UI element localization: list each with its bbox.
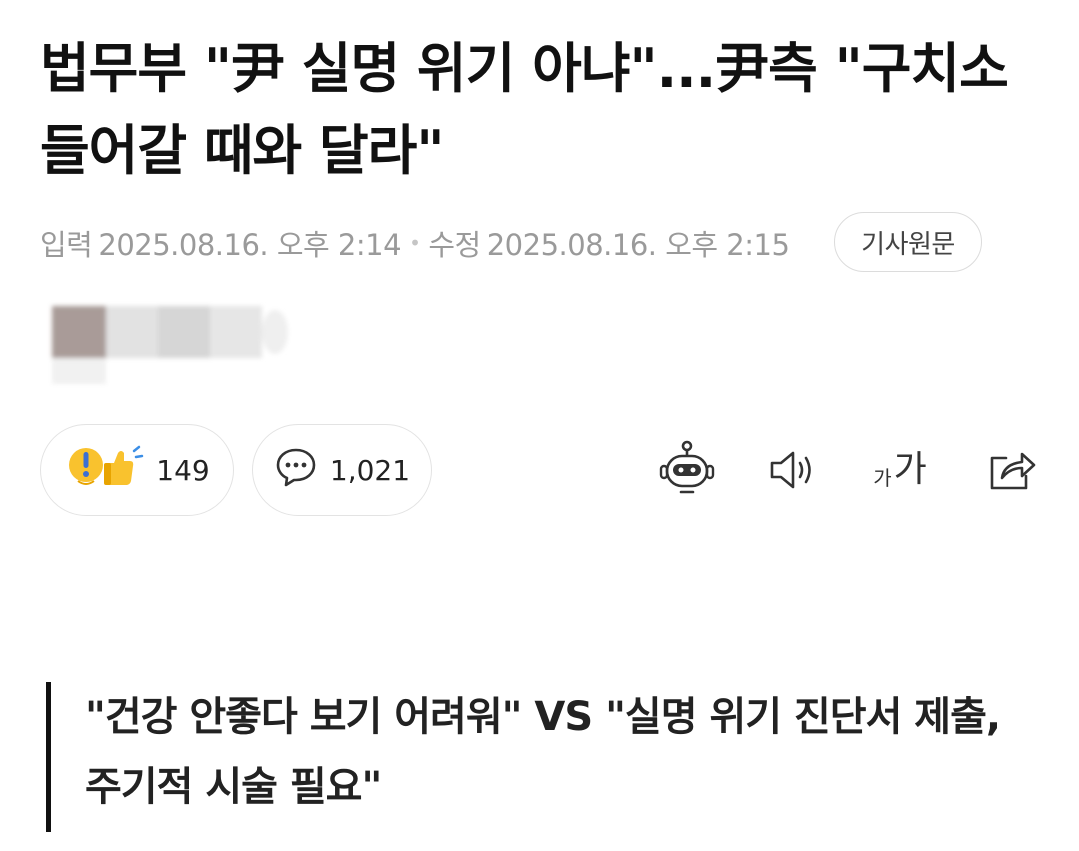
comment-count: 1,021 — [329, 453, 411, 487]
font-size-button[interactable]: 가가 — [868, 438, 932, 502]
blurred-byline — [40, 300, 300, 390]
comment-button[interactable]: 1,021 — [252, 424, 432, 516]
modified-time: 2025.08.16. 오후 2:15 — [486, 228, 790, 262]
article-subheading: "건강 안좋다 보기 어려워" VS "실명 위기 진단서 제출, 주기적 시술… — [46, 682, 1036, 832]
share-icon — [990, 452, 1036, 490]
speaker-icon — [770, 451, 811, 489]
comment-bubble-icon — [274, 445, 318, 496]
summary-bot-button[interactable] — [656, 438, 718, 502]
audio-button[interactable] — [766, 438, 820, 502]
font-size-large-label: 가 — [893, 449, 927, 490]
share-button[interactable] — [984, 438, 1040, 502]
published-time: 2025.08.16. 오후 2:14 — [98, 228, 402, 262]
robot-icon — [659, 440, 715, 494]
article-headline: 법무부 "尹 실명 위기 아냐"...尹측 "구치소 들어갈 때와 달라" — [40, 37, 1009, 182]
modified-label: 수정 — [428, 228, 481, 262]
font-size-icon: 가가 — [873, 449, 927, 490]
font-size-small-label: 가 — [873, 466, 892, 490]
published-label: 입력 — [40, 228, 93, 262]
reaction-button[interactable]: 149 — [40, 424, 234, 516]
original-article-button[interactable]: 기사원문 — [834, 212, 982, 272]
reaction-emoji-icon — [64, 441, 144, 500]
reaction-count: 149 — [156, 453, 210, 487]
meta-separator: • — [409, 231, 421, 255]
article-meta: 입력 2025.08.16. 오후 2:14 • 수정 2025.08.16. … — [40, 212, 790, 274]
